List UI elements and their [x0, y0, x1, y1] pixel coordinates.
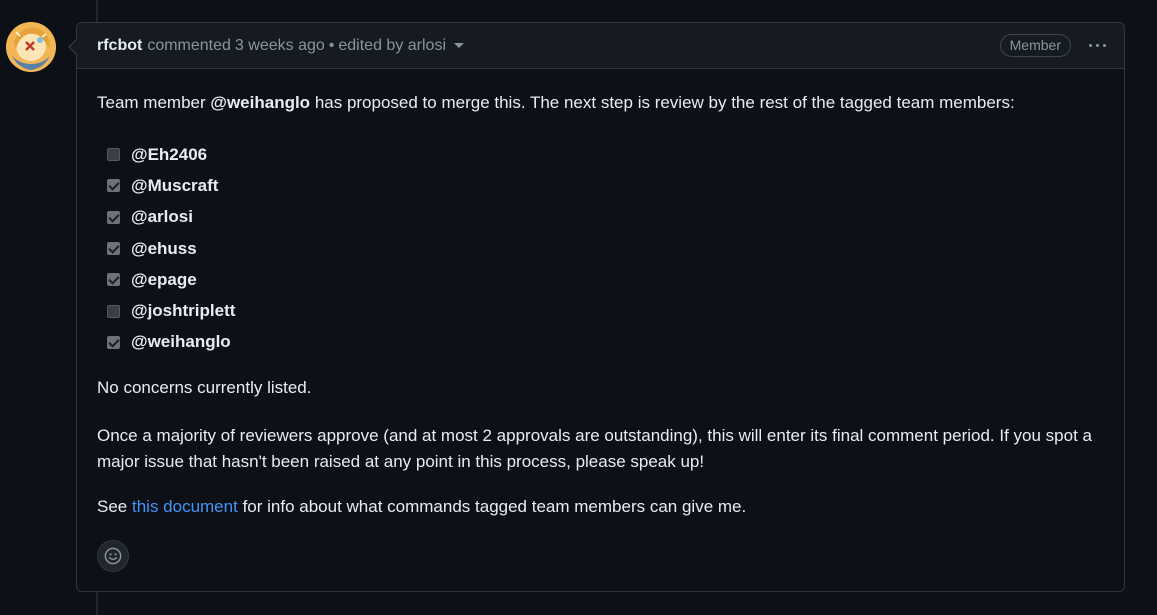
checked-checkbox[interactable] [107, 210, 120, 224]
comment-time[interactable]: 3 weeks ago [235, 37, 325, 55]
task-list-item: @Eh2406 [107, 139, 235, 170]
intro-paragraph: Team member @weihanglo has proposed to m… [97, 93, 1015, 112]
mention-link[interactable]: @weihanglo [210, 93, 310, 112]
reviewer-mention[interactable]: @Muscraft [131, 173, 218, 199]
task-list-item: @arlosi [107, 202, 235, 233]
edit-history-chevron-down-icon[interactable] [454, 43, 464, 48]
task-list-item: @joshtriplett [107, 295, 235, 326]
reviewer-mention[interactable]: @epage [131, 267, 197, 293]
reviewer-mention[interactable]: @weihanglo [131, 329, 231, 355]
reviewer-mention[interactable]: @arlosi [131, 204, 193, 230]
task-list-item: @Muscraft [107, 170, 235, 201]
concerns-paragraph: No concerns currently listed. [97, 378, 312, 397]
checked-checkbox[interactable] [107, 179, 120, 193]
author-link[interactable]: rfcbot [97, 37, 142, 55]
add-reaction-button[interactable] [97, 540, 129, 572]
comment-header: rfcbot commented 3 weeks ago • edited by… [77, 23, 1124, 69]
timeline-page: rfcbot commented 3 weeks ago • edited by… [0, 0, 1157, 615]
task-list-item: @epage [107, 264, 235, 295]
kebab-horizontal-icon[interactable] [1085, 38, 1110, 53]
checked-checkbox[interactable] [107, 335, 120, 349]
task-list-item: @ehuss [107, 233, 235, 264]
checked-checkbox[interactable] [107, 242, 120, 256]
checked-checkbox[interactable] [107, 273, 120, 287]
comment-box: rfcbot commented 3 weeks ago • edited by… [68, 22, 1125, 592]
reviewer-mention[interactable]: @ehuss [131, 236, 197, 262]
avatar-image [6, 22, 56, 72]
unchecked-checkbox[interactable] [107, 148, 120, 162]
edited-by-label[interactable]: edited by arlosi [338, 37, 446, 55]
approval-paragraph: Once a majority of reviewers approve (an… [97, 426, 1092, 471]
member-badge: Member [999, 34, 1071, 57]
unchecked-checkbox[interactable] [107, 304, 120, 318]
smiley-icon [104, 547, 122, 565]
author-avatar[interactable] [6, 22, 56, 72]
reviewer-mention[interactable]: @joshtriplett [131, 298, 235, 324]
header-separator: • [328, 36, 335, 54]
see-document-paragraph: See this document for info about what co… [97, 497, 747, 516]
reviewer-mention[interactable]: @Eh2406 [131, 142, 207, 168]
reviewer-task-list: @Eh2406 @Muscraft @arlosi @ehuss @epage @josh… [107, 139, 235, 358]
header-actions: Member [999, 34, 1106, 57]
document-link[interactable]: this document [132, 497, 238, 516]
comment-action: commented [147, 36, 231, 54]
task-list-item: @weihanglo [107, 327, 235, 358]
